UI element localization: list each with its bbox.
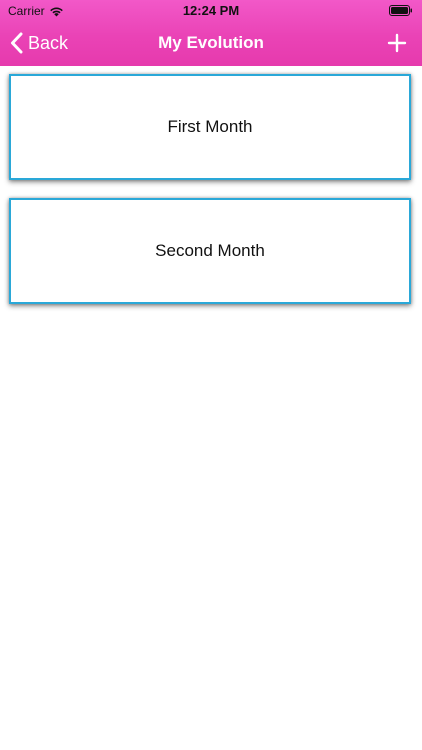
month-card-second[interactable]: Second Month <box>9 198 411 304</box>
back-button[interactable]: Back <box>10 32 68 54</box>
battery-icon <box>389 5 412 16</box>
plus-icon[interactable] <box>386 32 408 54</box>
chevron-left-icon <box>11 32 23 54</box>
month-label: Second Month <box>155 241 265 260</box>
app-header: Carrier 12:24 PM Back My Evolution <box>0 0 422 66</box>
status-time: 12:24 PM <box>182 3 240 18</box>
month-card-first[interactable]: First Month <box>9 74 411 180</box>
back-label: Back <box>28 32 69 53</box>
status-bar: Carrier 12:24 PM <box>0 0 422 22</box>
navigation-bar: Back My Evolution <box>0 22 422 66</box>
month-label: First Month <box>167 117 253 136</box>
